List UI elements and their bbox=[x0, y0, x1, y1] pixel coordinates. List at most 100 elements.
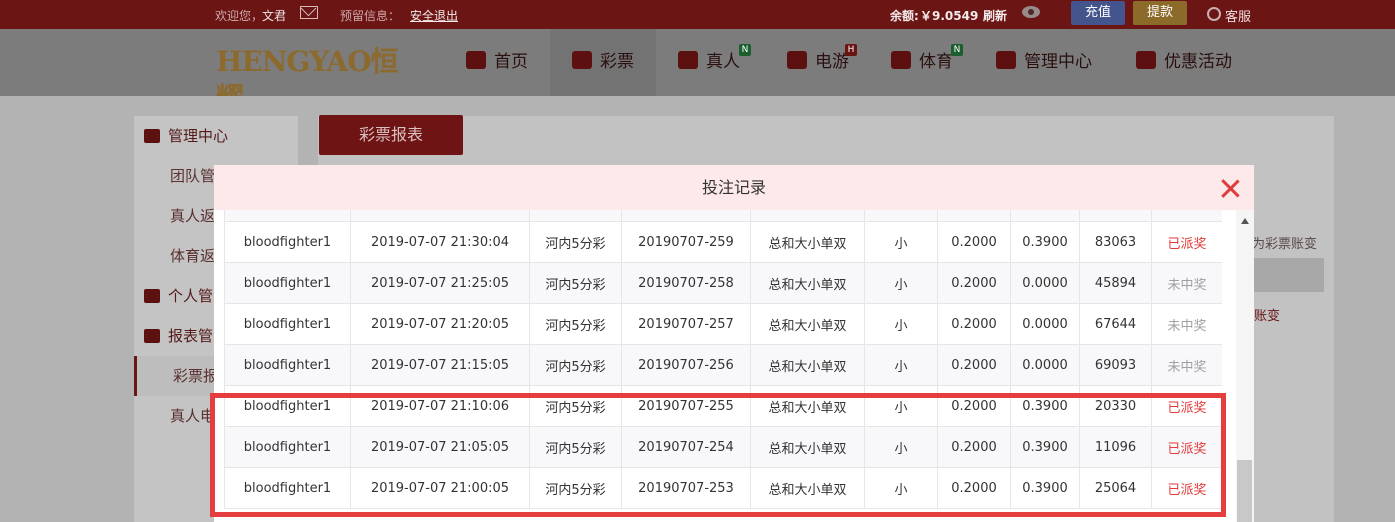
table-cell: 0.2000 bbox=[937, 210, 1011, 222]
table-row: bloodfighter1 2019-07-07 21:15:05 河内5分彩 201… bbox=[224, 344, 1222, 386]
table-cell: 总和大小单双 bbox=[750, 210, 865, 222]
table-cell: 河内5分彩 bbox=[529, 210, 622, 222]
table-cell: 小 bbox=[864, 344, 938, 386]
table-cell: 0.3900 bbox=[1010, 426, 1080, 468]
modal-title: 投注记录 bbox=[701, 178, 766, 197]
table-cell: 河内5分彩 bbox=[529, 303, 622, 345]
table-cell: 20190707-256 bbox=[621, 344, 751, 386]
bet-records-modal: 投注记录 bloodfighter12019-07-07 21:35:04河内5… bbox=[214, 165, 1254, 522]
status-cell: 未中奖 bbox=[1151, 344, 1222, 386]
table-cell: 0.2000 bbox=[937, 262, 1011, 304]
table-cell: 0.2000 bbox=[937, 385, 1011, 427]
table-cell: 小 bbox=[864, 467, 938, 509]
nav-item-slots[interactable]: 电游 bbox=[787, 29, 849, 96]
close-icon[interactable] bbox=[1220, 178, 1240, 198]
table-cell: 总和大小单双 bbox=[750, 426, 865, 468]
table-cell: 总和大小单双 bbox=[750, 467, 865, 509]
table-cell: 小 bbox=[864, 303, 938, 345]
table-cell: 小 bbox=[864, 262, 938, 304]
table-cell: 0.2000 bbox=[937, 344, 1011, 386]
nav-item-lottery[interactable]: 彩票 bbox=[550, 29, 656, 96]
table-cell: 20190707-254 bbox=[621, 426, 751, 468]
table-cell: 河内5分彩 bbox=[529, 262, 622, 304]
table-cell: 2019-07-07 21:00:05 bbox=[350, 467, 530, 509]
table-cell: 小 bbox=[864, 210, 938, 222]
status-cell: 已派奖 bbox=[1151, 467, 1222, 509]
table-cell: 0.2000 bbox=[937, 221, 1011, 263]
table-cell: 0.2000 bbox=[937, 303, 1011, 345]
sidebar-item-management[interactable]: 管理中心 bbox=[134, 116, 298, 156]
table-cell: 0.0000 bbox=[1010, 344, 1080, 386]
table-cell: 20190707-257 bbox=[621, 303, 751, 345]
table-cell: 83063 bbox=[1079, 221, 1152, 263]
table-cell: 0.0000 bbox=[1010, 303, 1080, 345]
nav-label: 彩票 bbox=[600, 52, 634, 72]
table-cell: 小 bbox=[864, 426, 938, 468]
table-row: bloodfighter1 2019-07-07 21:25:05 河内5分彩 201… bbox=[224, 262, 1222, 304]
status-cell: 已派奖 bbox=[1151, 426, 1222, 468]
sidebar-item-label: 报表管 bbox=[168, 327, 214, 345]
account-change-link[interactable]: 账变 bbox=[1254, 305, 1280, 324]
table-row: bloodfighter1 2019-07-07 21:30:04 河内5分彩 201… bbox=[224, 221, 1222, 263]
nav-item-management[interactable]: 管理中心 bbox=[996, 29, 1092, 96]
table-row: bloodfighter1 2019-07-07 21:10:06 河内5分彩 201… bbox=[224, 385, 1222, 427]
sidebar-item-label: 个人管 bbox=[168, 287, 214, 305]
table-cell: 2019-07-07 21:05:05 bbox=[350, 426, 530, 468]
table-cell: 20190707-260 bbox=[621, 210, 751, 222]
table-row: bloodfighter1 2019-07-07 21:20:05 河内5分彩 201… bbox=[224, 303, 1222, 345]
table-row: bloodfighter12019-07-07 21:35:04河内5分彩201… bbox=[224, 210, 1222, 222]
nav-label: 管理中心 bbox=[1024, 52, 1092, 72]
table-cell: 0.3900 bbox=[1010, 467, 1080, 509]
table-cell: 河内5分彩 bbox=[529, 426, 622, 468]
nav-item-promotions[interactable]: 优惠活动 bbox=[1136, 29, 1232, 96]
customer-service-link[interactable]: 客服 bbox=[1225, 6, 1251, 25]
table-cell: bloodfighter1 bbox=[224, 385, 351, 427]
status-cell: 已派奖 bbox=[1151, 221, 1222, 263]
table-cell: 67644 bbox=[1079, 303, 1152, 345]
notice-label: 预留信息： bbox=[340, 9, 401, 23]
users-icon bbox=[996, 51, 1016, 69]
tab-lottery-report[interactable]: 彩票报表 bbox=[319, 115, 463, 155]
table-cell: 20190707-258 bbox=[621, 262, 751, 304]
table-cell: 河内5分彩 bbox=[529, 344, 622, 386]
main-nav: HENGYAO恒耀 首页 彩票 真人 N 电游 H 体育 N 管理中心 优惠活动 bbox=[0, 29, 1395, 114]
table-cell: 2019-07-07 21:35:04 bbox=[350, 210, 530, 222]
nav-item-live[interactable]: 真人 bbox=[678, 29, 740, 96]
refresh-link[interactable]: 刷新 bbox=[983, 7, 1007, 24]
scroll-thumb[interactable] bbox=[1237, 460, 1252, 522]
gift-icon bbox=[1136, 51, 1156, 69]
table-cell: bloodfighter1 bbox=[224, 344, 351, 386]
account-change-text: 为彩票账变 bbox=[1252, 237, 1318, 252]
scroll-up-arrow[interactable] bbox=[1241, 218, 1249, 224]
nav-item-sports[interactable]: 体育 bbox=[891, 29, 953, 96]
headset-icon[interactable] bbox=[1207, 7, 1221, 21]
table-row: bloodfighter1 2019-07-07 21:00:05 河内5分彩 201… bbox=[224, 467, 1222, 509]
top-bar: 欢迎您， 文君 预留信息： 安全退出 余额: ￥9.0549 刷新 充值 提款 … bbox=[0, 0, 1395, 29]
live-dealer-icon bbox=[678, 51, 698, 69]
status-cell: 未中奖 bbox=[1151, 303, 1222, 345]
hot-badge: H bbox=[845, 44, 857, 56]
table-cell: 总和大小单双 bbox=[750, 221, 865, 263]
table-cell: 20190707-259 bbox=[621, 221, 751, 263]
withdraw-button[interactable]: 提款 bbox=[1133, 1, 1187, 25]
table-cell: 20330 bbox=[1079, 385, 1152, 427]
mail-icon[interactable] bbox=[300, 6, 318, 19]
table-cell: bloodfighter1 bbox=[224, 210, 351, 222]
balance-label: 余额: bbox=[890, 9, 919, 23]
table-cell: 97201 bbox=[1079, 210, 1152, 222]
table-cell: 2019-07-07 21:25:05 bbox=[350, 262, 530, 304]
scrollbar[interactable] bbox=[1236, 210, 1254, 522]
table-cell: 河内5分彩 bbox=[529, 467, 622, 509]
site-logo[interactable]: HENGYAO恒耀 bbox=[216, 44, 422, 114]
table-cell: 河内5分彩 bbox=[529, 221, 622, 263]
nav-label: 电游 bbox=[815, 52, 849, 72]
table-cell: 11096 bbox=[1079, 426, 1152, 468]
table-cell: 总和大小单双 bbox=[750, 303, 865, 345]
recharge-button[interactable]: 充值 bbox=[1071, 1, 1125, 25]
eye-icon[interactable] bbox=[1022, 6, 1040, 18]
logout-link[interactable]: 安全退出 bbox=[410, 7, 458, 24]
nav-item-home[interactable]: 首页 bbox=[466, 29, 528, 96]
bet-records-table: bloodfighter12019-07-07 21:35:04河内5分彩201… bbox=[224, 210, 1222, 522]
table-cell: bloodfighter1 bbox=[224, 426, 351, 468]
table-cell: 45894 bbox=[1079, 262, 1152, 304]
